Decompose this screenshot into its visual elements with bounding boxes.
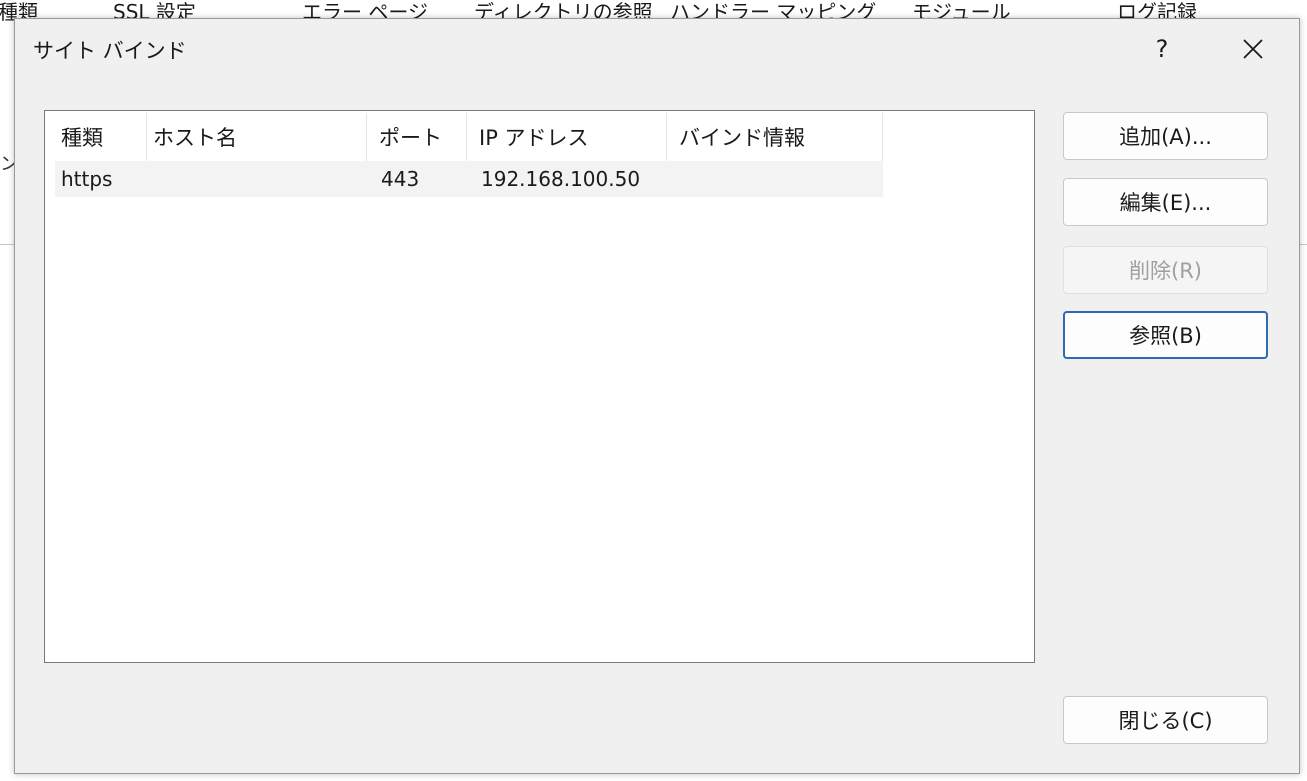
close-icon [1243, 39, 1263, 59]
site-bindings-dialog: サイト バインド ? 種類 ホスト名 ポート IP アドレス バインド情報 ht… [14, 18, 1300, 774]
bg-divider [0, 244, 14, 245]
column-header-port[interactable]: ポート [367, 113, 467, 161]
cell-port: 443 [381, 167, 420, 191]
column-header-type[interactable]: 種類 [55, 113, 147, 161]
help-icon: ? [1155, 35, 1169, 63]
table-row[interactable]: https 443 192.168.100.50 [55, 161, 883, 197]
edit-button[interactable]: 編集(E)... [1063, 178, 1268, 226]
cell-type: https [61, 167, 113, 191]
bg-divider [1300, 244, 1307, 245]
list-header: 種類 ホスト名 ポート IP アドレス バインド情報 [55, 113, 883, 161]
add-button[interactable]: 追加(A)... [1063, 112, 1268, 160]
cell-binding [667, 161, 883, 197]
column-header-ip[interactable]: IP アドレス [467, 113, 667, 161]
help-button[interactable]: ? [1139, 29, 1185, 69]
browse-button[interactable]: 参照(B) [1063, 311, 1268, 359]
column-header-host[interactable]: ホスト名 [147, 113, 367, 161]
bindings-list[interactable]: 種類 ホスト名 ポート IP アドレス バインド情報 https 443 192… [44, 110, 1035, 663]
column-header-binding[interactable]: バインド情報 [667, 113, 883, 161]
dialog-title: サイト バインド [33, 39, 187, 63]
close-button[interactable]: 閉じる(C) [1063, 696, 1268, 744]
cell-ip: 192.168.100.50 [481, 167, 641, 191]
dialog-titlebar[interactable]: サイト バインド ? [15, 19, 1299, 79]
cell-host [147, 161, 367, 197]
close-window-button[interactable] [1230, 29, 1276, 69]
remove-button[interactable]: 削除(R) [1063, 246, 1268, 294]
